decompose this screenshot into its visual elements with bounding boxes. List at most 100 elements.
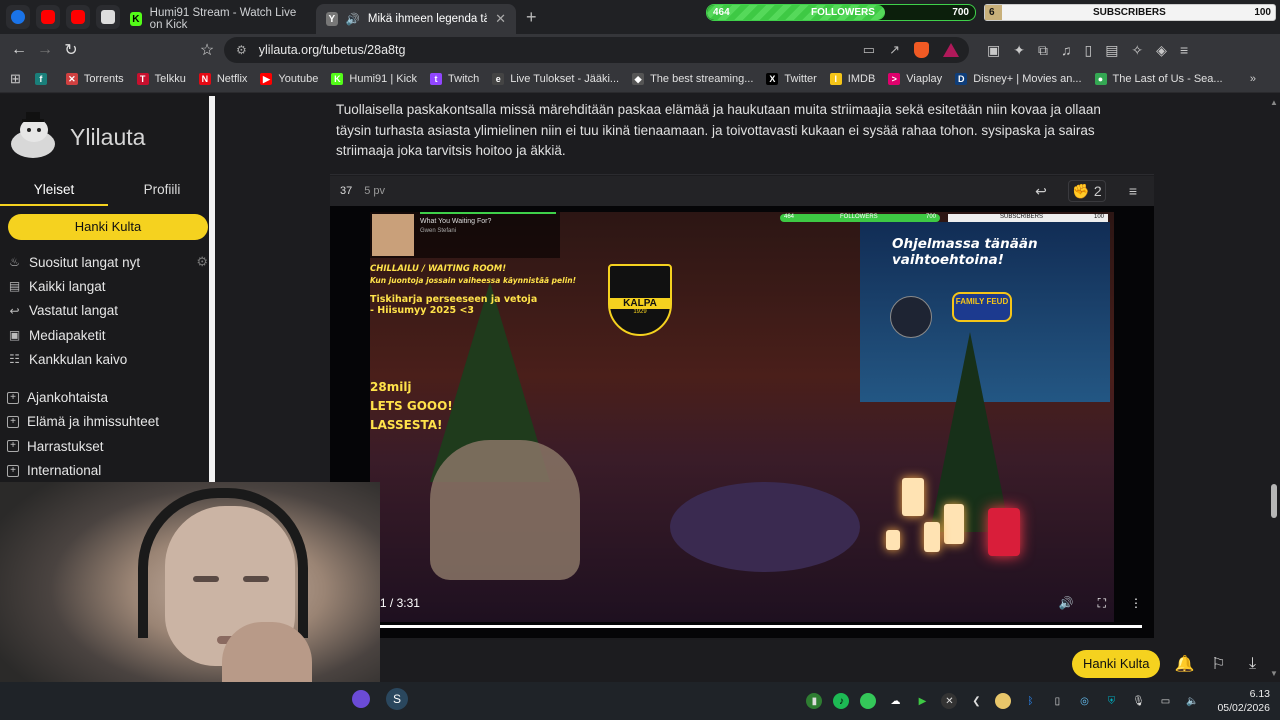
extensions-icon[interactable]: ✦ <box>1013 42 1025 59</box>
more-options-icon[interactable]: ⋮ <box>1130 596 1142 611</box>
video-progress-bar[interactable] <box>342 625 1142 628</box>
pinned-tab-4[interactable] <box>96 5 120 29</box>
tab-ylilauta[interactable]: Y 🔊 Mikä ihmeen legenda tämäk ✕ <box>316 4 516 34</box>
xbox-icon[interactable]: ✕ <box>941 693 958 709</box>
vpn-icon[interactable]: ◈ <box>1156 42 1167 59</box>
bookmark-favicon-icon: I <box>829 73 842 85</box>
bookmark-item[interactable]: f <box>34 73 53 85</box>
security-icon[interactable]: ⛨ <box>1103 693 1119 709</box>
gear-icon[interactable]: ⚙ <box>196 254 208 270</box>
tab-profiili[interactable]: Profiili <box>108 176 216 206</box>
tray-c-icon[interactable]: ❮ <box>968 693 984 709</box>
category-item[interactable]: + Elämä ja ihmissuhteet <box>0 410 216 434</box>
nav-kankkulan-kaivo[interactable]: ☷ Kankkulan kaivo <box>0 347 216 371</box>
bookmark-item[interactable]: t Twitch <box>430 73 479 85</box>
bookmark-item[interactable]: e Live Tulokset - Jääki... <box>492 73 619 85</box>
screenshot-icon[interactable]: ⧉ <box>1038 42 1048 59</box>
brave-shields-icon[interactable] <box>914 42 929 58</box>
pinned-tab-youtube-1[interactable] <box>36 5 60 29</box>
apps-grid-icon[interactable]: ⊞ <box>10 71 21 87</box>
network-icon[interactable]: ▭ <box>1157 693 1173 709</box>
site-header[interactable]: Ylilauta <box>0 94 216 176</box>
nav-media-packages[interactable]: ▣ Mediapaketit <box>0 323 216 347</box>
play-tray-icon[interactable]: ▶ <box>914 693 930 709</box>
bookmark-item[interactable]: ◆ The best streaming... <box>632 73 753 85</box>
upvote-icon: ✊ <box>1072 182 1090 199</box>
pinned-tab-youtube-2[interactable] <box>66 5 90 29</box>
expand-icon[interactable]: + <box>7 464 19 477</box>
cast-icon[interactable]: ▭ <box>863 42 875 58</box>
site-settings-icon[interactable]: ⚙ <box>236 43 247 57</box>
spotify-icon[interactable]: ♪ <box>833 693 850 709</box>
post-time: 5 pv <box>364 185 386 197</box>
tray-yellow-icon[interactable] <box>995 693 1012 709</box>
fullscreen-icon[interactable]: ⛶ <box>1098 596 1106 611</box>
leo-ai-icon[interactable]: ✧ <box>1131 42 1143 59</box>
category-item[interactable]: + International <box>0 458 216 482</box>
bookmark-icon[interactable]: ⚐ <box>1208 654 1228 674</box>
app-purple-icon[interactable] <box>352 690 370 708</box>
expand-icon[interactable]: + <box>7 391 19 404</box>
nav-popular-threads[interactable]: ♨ Suositut langat nyt ⚙ <box>0 250 216 274</box>
scrollbar-thumb[interactable] <box>1271 484 1277 518</box>
volume-icon[interactable]: 🔊 <box>1059 596 1074 611</box>
tab-title: Humi91 Stream - Watch Live on Kick <box>149 7 297 31</box>
get-gold-button[interactable]: Hanki Kulta <box>8 214 208 240</box>
post-menu-icon[interactable]: ≡ <box>1120 180 1146 202</box>
pinned-tab-1[interactable] <box>6 5 30 29</box>
bookmark-item[interactable]: T Telkku <box>136 73 186 85</box>
steam-tray-icon[interactable]: ◎ <box>1076 693 1092 709</box>
tray-circle-icon[interactable] <box>860 693 877 709</box>
bookmark-item[interactable]: I IMDB <box>829 73 875 85</box>
cloud-icon[interactable]: ☁ <box>887 693 903 709</box>
video-player[interactable]: What You Waiting For? Gwen Stefani CHILL… <box>330 206 1154 638</box>
bluetooth-icon[interactable]: ᛒ <box>1022 693 1038 709</box>
usb-icon[interactable]: ▯ <box>1049 693 1065 709</box>
forward-icon[interactable]: → <box>32 41 58 59</box>
close-tab-icon[interactable]: ✕ <box>495 11 506 27</box>
back-icon[interactable]: ← <box>6 41 32 59</box>
notifications-bell-icon[interactable]: 🔔 <box>1174 654 1195 674</box>
tray-green-icon[interactable]: ▮ <box>806 693 823 709</box>
microphone-icon[interactable]: 🎙 <box>1130 693 1146 709</box>
share-icon[interactable]: ↗ <box>889 42 900 58</box>
bookmark-icon[interactable]: ☆ <box>194 40 220 60</box>
more-bookmarks-icon[interactable]: » <box>1250 73 1256 85</box>
nav-all-threads[interactable]: ▤ Kaikki langat <box>0 274 216 298</box>
brave-rewards-icon[interactable] <box>943 43 959 57</box>
page-scrollbar[interactable]: ▲ ▼ <box>1268 96 1280 680</box>
menu-icon[interactable]: ≡ <box>1180 42 1188 59</box>
reply-icon[interactable]: ↩ <box>1028 180 1054 202</box>
clock[interactable]: 6.13 05/02/2026 <box>1217 687 1270 715</box>
sidebar-icon[interactable]: ▯ <box>1084 42 1092 59</box>
steam-icon[interactable]: S <box>386 688 408 710</box>
bookmark-favicon-icon: ● <box>1094 73 1107 85</box>
category-item[interactable]: + Harrastukset <box>0 434 216 458</box>
expand-icon[interactable]: + <box>7 415 19 428</box>
post-number[interactable]: 37 <box>340 185 352 197</box>
get-gold-floating-button[interactable]: Hanki Kulta <box>1072 650 1161 678</box>
address-bar[interactable]: ⚙ ylilauta.org/tubetus/28a8tg ▭ ↗ <box>224 37 969 63</box>
bookmark-item[interactable]: K Humi91 | Kick <box>331 73 417 85</box>
bookmark-item[interactable]: D Disney+ | Movies an... <box>955 73 1082 85</box>
bookmark-item[interactable]: ✕ Torrents <box>65 73 124 85</box>
bookmark-item[interactable]: ● The Last of Us - Sea... <box>1094 73 1223 85</box>
tab-kick[interactable]: K Humi91 Stream - Watch Live on Kick <box>120 4 316 34</box>
bookmark-item[interactable]: > Viaplay <box>888 73 942 85</box>
new-tab-button[interactable]: + <box>526 7 537 28</box>
tab-yleiset[interactable]: Yleiset <box>0 176 108 206</box>
wallet-icon[interactable]: ▤ <box>1105 42 1118 59</box>
category-item[interactable]: + Ajankohtaista <box>0 385 216 409</box>
download-icon[interactable]: ⤓ <box>1242 655 1262 673</box>
expand-icon[interactable]: + <box>7 440 19 453</box>
bookmark-item[interactable]: X Twitter <box>766 73 817 85</box>
bookmark-item[interactable]: ▶ Youtube <box>260 73 318 85</box>
bookmark-label: Disney+ | Movies an... <box>973 73 1082 85</box>
nav-replied-threads[interactable]: ↩ Vastatut langat <box>0 299 216 323</box>
music-icon[interactable]: ♫ <box>1061 42 1072 59</box>
upvote-button[interactable]: ✊ 2 <box>1068 180 1106 202</box>
reload-icon[interactable]: ↻ <box>58 40 84 60</box>
bookmark-item[interactable]: N Netflix <box>198 73 247 85</box>
volume-tray-icon[interactable]: 🔈 <box>1184 693 1200 709</box>
extension-icon-1[interactable]: ▣ <box>987 42 1000 59</box>
